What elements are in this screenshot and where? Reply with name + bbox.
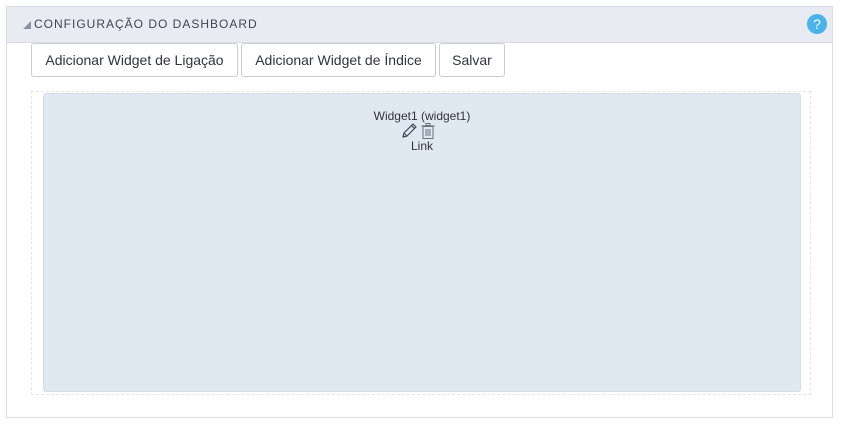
widget-card[interactable]: Widget1 (widget1) Link <box>43 93 801 392</box>
add-link-widget-button[interactable]: Adicionar Widget de Ligação <box>31 43 238 77</box>
save-button[interactable]: Salvar <box>439 43 505 77</box>
widget-actions <box>401 122 441 140</box>
panel-header[interactable]: CONFIGURAÇÃO DO DASHBOARD ? <box>7 7 832 43</box>
trash-icon[interactable] <box>421 123 435 139</box>
widget-type-label: Link <box>410 139 433 153</box>
dashboard-drop-area[interactable]: Widget1 (widget1) Link <box>31 91 811 395</box>
pencil-icon[interactable] <box>401 122 418 139</box>
help-icon[interactable]: ? <box>807 14 827 34</box>
widget-title: Widget1 (widget1) <box>373 109 471 123</box>
dashboard-config-panel: CONFIGURAÇÃO DO DASHBOARD ? Adicionar Wi… <box>6 6 833 418</box>
add-index-widget-button[interactable]: Adicionar Widget de Índice <box>241 43 436 77</box>
panel-title: CONFIGURAÇÃO DO DASHBOARD <box>34 17 258 31</box>
